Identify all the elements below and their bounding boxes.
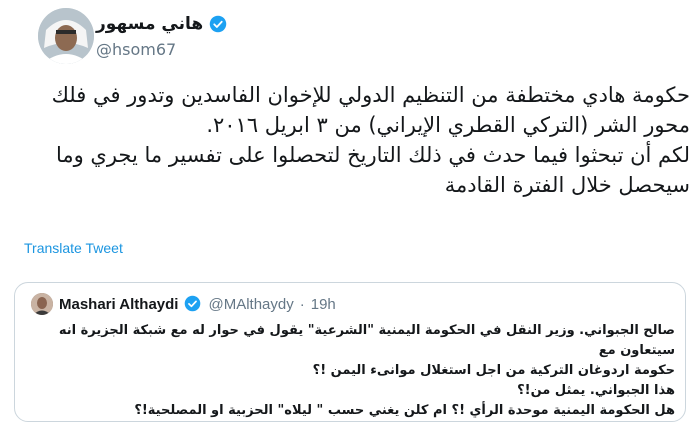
quoted-tweet[interactable]: Mashari Althaydi @MAlthaydy · 19h صالح ا… xyxy=(14,282,686,422)
quoted-line: هل الحكومة اليمنية موحدة الرأي !؟ ام كلن… xyxy=(134,403,675,418)
tweet-line: محور الشر (التركي القطري الإيراني) من ٣ … xyxy=(206,113,690,137)
quoted-tweet-text: صالح الجبواني. وزير النقل في الحكومة الي… xyxy=(35,321,675,421)
tweet-line: لكم أن تبحثوا فيما حدث في ذلك التاريخ لت… xyxy=(55,143,690,167)
quoted-author-handle: @MAlthaydy xyxy=(208,295,294,313)
quoted-line: هذا الجبواني. يمثل من!؟ xyxy=(517,383,675,398)
quoted-line: صالح الجبواني. وزير النقل في الحكومة الي… xyxy=(58,323,675,358)
avatar-image xyxy=(38,8,94,64)
quoted-separator: · xyxy=(299,295,305,313)
quoted-tweet-header: Mashari Althaydi @MAlthaydy · 19h xyxy=(31,293,336,315)
author-handle[interactable]: @hsom67 xyxy=(96,40,176,59)
quoted-author-name: Mashari Althaydi xyxy=(59,295,179,313)
quoted-line: حكومة اردوغان التركية من اجل استغلال موا… xyxy=(312,363,675,378)
tweet-card: هاني مسهور @hsom67 حكومة هادي مختطفة من … xyxy=(0,0,700,430)
verified-badge-icon xyxy=(209,15,227,33)
quoted-verified-badge-icon xyxy=(184,295,202,313)
author-name-row: هاني مسهور xyxy=(96,14,227,34)
tweet-text: حكومة هادي مختطفة من التنظيم الدولي للإخ… xyxy=(18,80,690,200)
tweet-line: حكومة هادي مختطفة من التنظيم الدولي للإخ… xyxy=(51,83,690,107)
author-block: هاني مسهور @hsom67 xyxy=(96,10,316,66)
translate-tweet-link[interactable]: Translate Tweet xyxy=(24,240,123,256)
author-avatar[interactable] xyxy=(38,8,94,64)
quoted-timestamp: 19h xyxy=(310,295,336,313)
quoted-author-avatar xyxy=(31,293,53,315)
tweet-line: سيحصل خلال الفترة القادمة xyxy=(444,173,690,197)
author-name[interactable]: هاني مسهور xyxy=(96,14,203,34)
